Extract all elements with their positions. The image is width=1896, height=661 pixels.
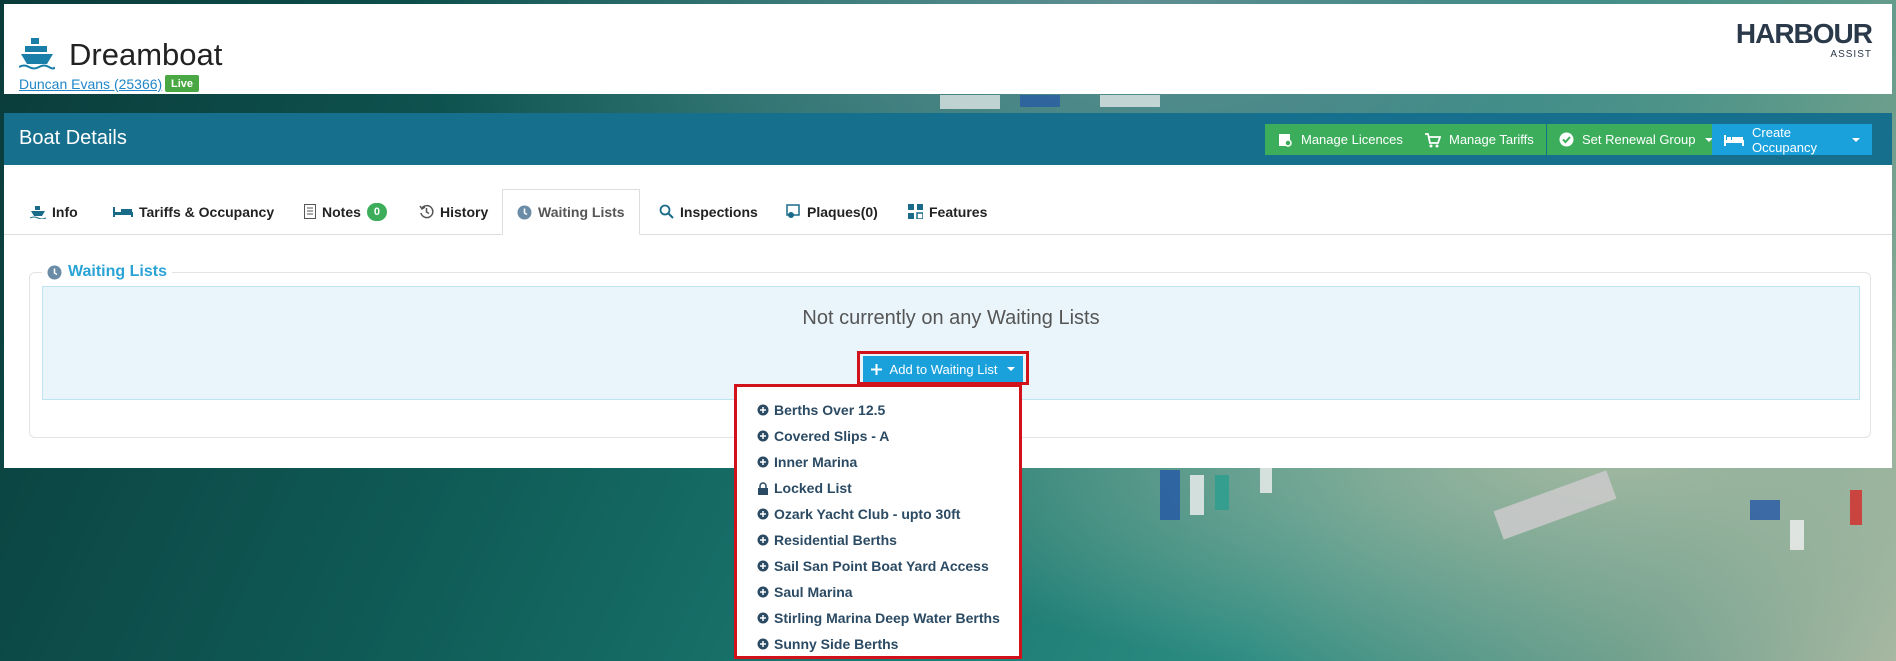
tab-tariffs-occupancy[interactable]: Tariffs & Occupancy xyxy=(113,189,274,234)
waiting-list-dropdown: Berths Over 12.5 Covered Slips - A Inner… xyxy=(734,384,1022,659)
plus-icon xyxy=(870,363,882,375)
manage-tariffs-label: Manage Tariffs xyxy=(1449,132,1534,147)
plus-circle-icon xyxy=(757,534,769,546)
plus-circle-icon xyxy=(757,638,769,650)
dropdown-item-label: Berths Over 12.5 xyxy=(774,402,886,418)
status-badge: Live xyxy=(165,75,200,92)
lock-icon xyxy=(758,481,768,495)
grid-icon xyxy=(908,204,923,219)
bed-icon xyxy=(1724,134,1744,146)
dropdown-item[interactable]: Locked List xyxy=(737,475,1019,501)
check-circle-icon xyxy=(1559,132,1574,147)
tab-waiting-lists[interactable]: Waiting Lists xyxy=(502,189,640,235)
plus-circle-icon xyxy=(757,508,769,520)
dropdown-item[interactable]: Inner Marina xyxy=(737,449,1019,475)
dropdown-item-label: Sunny Side Berths xyxy=(774,636,899,652)
tab-info-label: Info xyxy=(52,203,78,220)
boat-icon xyxy=(19,38,55,70)
dropdown-item-label: Sail San Point Boat Yard Access xyxy=(774,558,989,574)
tab-features[interactable]: Features xyxy=(908,189,987,234)
tab-notes-label: Notes xyxy=(322,203,361,220)
dropdown-item[interactable]: Saul Marina xyxy=(737,579,1019,605)
clock-icon xyxy=(47,265,62,279)
dropdown-item[interactable]: Ozark Yacht Club - upto 30ft xyxy=(737,501,1019,527)
add-to-waiting-list-label: Add to Waiting List xyxy=(889,361,998,377)
notes-count-badge: 0 xyxy=(366,202,388,221)
dropdown-item[interactable]: Berths Over 12.5 xyxy=(737,397,1019,423)
boat-icon xyxy=(30,205,46,219)
panel-header: Boat Details Manage Licences Manage Tari… xyxy=(4,113,1892,165)
harbour-assist-logo: HARBOUR ASSIST xyxy=(1736,18,1873,62)
page-header: Dreamboat Duncan Evans (25366) Live HARB… xyxy=(4,4,1892,94)
dropdown-item-label: Ozark Yacht Club - upto 30ft xyxy=(774,506,961,522)
chevron-down-icon xyxy=(1852,137,1860,142)
tab-notes[interactable]: Notes 0 xyxy=(304,189,388,234)
tab-plaques-label: Plaques(0) xyxy=(807,203,878,220)
dropdown-item[interactable]: Sunny Side Berths xyxy=(737,631,1019,657)
dropdown-item-label: Stirling Marina Deep Water Berths xyxy=(774,610,1000,626)
set-renewal-group-button[interactable]: Set Renewal Group xyxy=(1547,124,1726,155)
add-to-waiting-list-button[interactable]: Add to Waiting List xyxy=(863,356,1023,382)
dropdown-item-label: Saul Marina xyxy=(774,584,853,600)
tab-inspections-label: Inspections xyxy=(680,203,758,220)
plus-circle-icon xyxy=(757,404,769,416)
boat-name: Dreamboat xyxy=(69,37,223,72)
plus-circle-icon xyxy=(757,612,769,624)
dropdown-item-label: Residential Berths xyxy=(774,532,897,548)
plus-circle-icon xyxy=(757,456,769,468)
tab-history[interactable]: History xyxy=(419,189,488,234)
tab-waiting-lists-label: Waiting Lists xyxy=(538,204,625,220)
cart-icon xyxy=(1425,132,1441,147)
dropdown-item[interactable]: Residential Berths xyxy=(737,527,1019,553)
manage-licences-label: Manage Licences xyxy=(1301,132,1403,147)
manage-tariffs-button[interactable]: Manage Tariffs xyxy=(1412,124,1546,155)
empty-message: Not currently on any Waiting Lists xyxy=(802,307,1100,329)
search-icon xyxy=(659,204,674,219)
licence-icon xyxy=(1279,133,1292,147)
tab-inspections[interactable]: Inspections xyxy=(659,189,758,234)
logo-sub: ASSIST xyxy=(1830,49,1872,60)
panel-title: Boat Details xyxy=(19,127,127,149)
bed-icon xyxy=(113,206,133,217)
owner-link[interactable]: Duncan Evans (25366) xyxy=(19,76,162,92)
logo-text: HARBOUR xyxy=(1735,18,1873,49)
clock-icon xyxy=(517,205,532,219)
dropdown-item-label: Locked List xyxy=(774,480,852,496)
tab-features-label: Features xyxy=(929,203,988,220)
plus-circle-icon xyxy=(757,586,769,598)
dropdown-item[interactable]: Sail San Point Boat Yard Access xyxy=(737,553,1019,579)
dropdown-item[interactable]: Stirling Marina Deep Water Berths xyxy=(737,605,1019,631)
tab-history-label: History xyxy=(440,203,489,220)
chevron-down-icon xyxy=(1007,367,1016,371)
tab-bar: Info Tariffs & Occupancy Notes 0 History… xyxy=(4,189,1892,235)
waiting-lists-legend: Waiting Lists xyxy=(42,263,172,281)
dropdown-item[interactable]: Covered Slips - A xyxy=(737,423,1019,449)
dropdown-item-label: Covered Slips - A xyxy=(774,428,890,444)
plaque-icon xyxy=(786,204,800,218)
create-occupancy-label: Create Occupancy xyxy=(1752,124,1818,155)
waiting-lists-legend-label: Waiting Lists xyxy=(68,263,167,280)
note-icon xyxy=(304,204,316,219)
set-renewal-group-label: Set Renewal Group xyxy=(1582,132,1696,147)
plus-circle-icon xyxy=(757,430,769,442)
history-icon xyxy=(419,204,434,219)
tab-tariffs-label: Tariffs & Occupancy xyxy=(139,203,275,220)
plus-circle-icon xyxy=(757,560,769,572)
tab-plaques[interactable]: Plaques(0) xyxy=(786,189,878,234)
tab-info[interactable]: Info xyxy=(30,189,78,234)
dropdown-list: Berths Over 12.5 Covered Slips - A Inner… xyxy=(737,397,1019,657)
dropdown-item-label: Inner Marina xyxy=(774,454,858,470)
create-occupancy-button[interactable]: Create Occupancy xyxy=(1712,124,1872,155)
manage-licences-button[interactable]: Manage Licences xyxy=(1265,124,1415,155)
